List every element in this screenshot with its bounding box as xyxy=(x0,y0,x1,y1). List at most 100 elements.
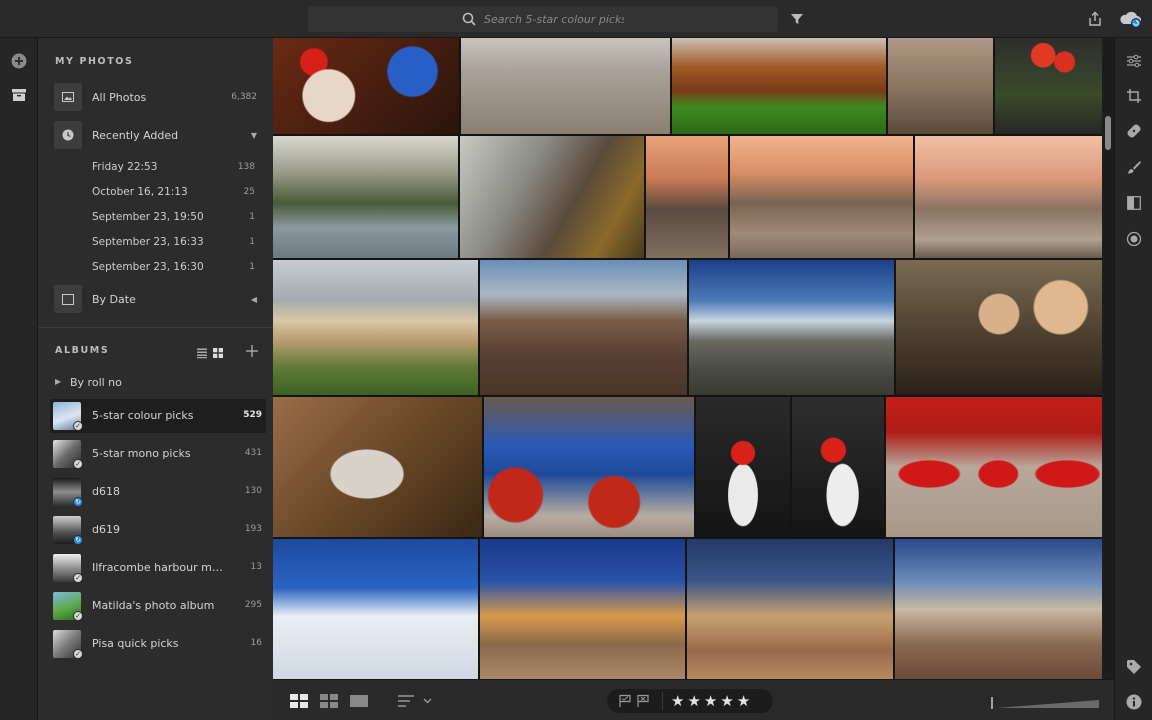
all-photos-count: 6,382 xyxy=(231,92,257,102)
photo-tile[interactable] xyxy=(915,136,1102,258)
album-label: Pisa quick picks xyxy=(92,637,179,650)
photo-tile[interactable] xyxy=(886,397,1102,537)
star-icon[interactable]: ★ xyxy=(720,691,733,711)
recent-item[interactable]: Friday 22:53 138 xyxy=(38,157,273,179)
albums-heading: ALBUMS xyxy=(55,345,110,356)
flag-pick-icon[interactable] xyxy=(617,693,633,709)
chevron-right-icon[interactable]: ▶ xyxy=(55,377,61,386)
grid-view-icon[interactable] xyxy=(212,344,224,358)
search-box[interactable] xyxy=(308,6,778,32)
keyword-tag-icon[interactable] xyxy=(1125,658,1143,676)
info-icon[interactable] xyxy=(1125,693,1143,711)
album-item[interactable]: ✓ 5-star mono picks 431 xyxy=(50,437,266,471)
recent-item[interactable]: September 23, 16:30 1 xyxy=(38,257,273,279)
sliders-icon[interactable] xyxy=(1125,52,1143,70)
recent-item[interactable]: October 16, 21:13 25 xyxy=(38,182,273,204)
detail-view-icon[interactable] xyxy=(349,693,369,709)
photo-tile[interactable] xyxy=(273,539,478,679)
album-item[interactable]: ↻ d618 130 xyxy=(50,475,266,509)
sidebar-item-recently-added[interactable]: Recently Added ▼ xyxy=(38,121,273,149)
photo-tile[interactable] xyxy=(995,38,1102,134)
share-icon[interactable] xyxy=(1086,10,1104,28)
thumbnail-size-slider[interactable] xyxy=(991,695,1101,709)
my-photos-heading: MY PHOTOS xyxy=(55,56,134,67)
sort-menu-icon[interactable] xyxy=(397,693,437,709)
photo-tile[interactable] xyxy=(792,397,884,537)
album-count: 529 xyxy=(243,410,262,420)
flag-reject-icon[interactable] xyxy=(635,693,651,709)
photo-tile[interactable] xyxy=(896,260,1102,395)
scrollbar-thumb[interactable] xyxy=(1105,116,1111,150)
add-album-icon[interactable] xyxy=(245,343,259,357)
star-icon[interactable]: ★ xyxy=(687,691,700,711)
recent-item-count: 1 xyxy=(249,237,255,247)
album-item[interactable]: ↻ d619 193 xyxy=(50,513,266,547)
clock-icon xyxy=(54,121,82,149)
list-view-icon[interactable] xyxy=(196,344,208,359)
recent-item-count: 1 xyxy=(249,262,255,272)
photo-grid[interactable] xyxy=(273,38,1102,679)
album-count: 13 xyxy=(250,562,262,572)
photo-tile[interactable] xyxy=(480,260,687,395)
healing-icon[interactable] xyxy=(1125,122,1143,140)
photo-tile[interactable] xyxy=(460,136,644,258)
photo-tile[interactable] xyxy=(480,539,685,679)
photo-tile[interactable] xyxy=(696,397,790,537)
check-icon: ✓ xyxy=(73,459,83,469)
photo-tile[interactable] xyxy=(273,260,478,395)
radial-gradient-icon[interactable] xyxy=(1125,230,1143,248)
chevron-left-icon[interactable]: ◀ xyxy=(251,295,257,304)
linear-gradient-icon[interactable] xyxy=(1125,194,1143,212)
album-item[interactable]: ✓ Matilda's photo album 295 xyxy=(50,589,266,623)
all-photos-label: All Photos xyxy=(92,90,147,104)
check-icon: ✓ xyxy=(73,573,83,583)
album-count: 16 xyxy=(250,638,262,648)
divider xyxy=(38,327,273,328)
check-icon: ✓ xyxy=(73,421,83,431)
photo-tile[interactable] xyxy=(730,136,913,258)
photo-tile[interactable] xyxy=(687,539,893,679)
top-bar xyxy=(0,0,1152,38)
brush-icon[interactable] xyxy=(1125,158,1143,176)
recent-item[interactable]: September 23, 16:33 1 xyxy=(38,232,273,254)
cloud-sync-icon[interactable] xyxy=(1118,10,1144,28)
small-grid-view-icon[interactable] xyxy=(319,693,339,709)
photo-tile[interactable] xyxy=(484,397,694,537)
sidebar-item-by-date[interactable]: By Date ◀ xyxy=(38,285,273,313)
star-icon[interactable]: ★ xyxy=(737,691,750,711)
album-item[interactable]: ✓ Ilfracombe harbour m… 13 xyxy=(50,551,266,585)
search-input[interactable] xyxy=(484,12,624,26)
album-count: 431 xyxy=(244,448,262,458)
photo-tile[interactable] xyxy=(273,397,482,537)
check-icon: ✓ xyxy=(73,649,83,659)
scrollbar[interactable] xyxy=(1102,38,1114,679)
by-roll-label[interactable]: By roll no xyxy=(70,376,122,389)
filter-icon[interactable] xyxy=(788,10,806,28)
album-label: Matilda's photo album xyxy=(92,599,215,612)
chevron-down-icon[interactable]: ▼ xyxy=(251,131,257,140)
add-icon[interactable] xyxy=(10,52,28,70)
photo-tile[interactable] xyxy=(672,38,886,134)
photo-tile[interactable] xyxy=(273,136,458,258)
recent-item-count: 1 xyxy=(249,212,255,222)
photo-tile[interactable] xyxy=(689,260,894,395)
crop-icon[interactable] xyxy=(1125,87,1143,105)
photo-tile[interactable] xyxy=(895,539,1102,679)
recent-item[interactable]: September 23, 19:50 1 xyxy=(38,207,273,229)
square-grid-view-icon[interactable] xyxy=(289,693,309,709)
album-label: d619 xyxy=(92,523,120,536)
sidebar-item-all-photos[interactable]: All Photos 6,382 xyxy=(38,83,273,111)
photo-icon xyxy=(54,83,82,111)
photo-tile[interactable] xyxy=(461,38,670,134)
photo-tile[interactable] xyxy=(273,38,459,134)
recent-item-count: 138 xyxy=(237,162,255,172)
star-icon[interactable]: ★ xyxy=(704,691,717,711)
library-icon[interactable] xyxy=(10,86,28,104)
photo-tile[interactable] xyxy=(888,38,993,134)
recent-item-label: September 23, 19:50 xyxy=(92,211,204,223)
album-item[interactable]: ✓ Pisa quick picks 16 xyxy=(50,627,266,661)
album-item[interactable]: ✓ 5-star colour picks 529 xyxy=(50,399,266,433)
star-rating[interactable]: ★ ★ ★ ★ ★ xyxy=(671,691,750,711)
photo-tile[interactable] xyxy=(646,136,728,258)
star-icon[interactable]: ★ xyxy=(671,691,684,711)
